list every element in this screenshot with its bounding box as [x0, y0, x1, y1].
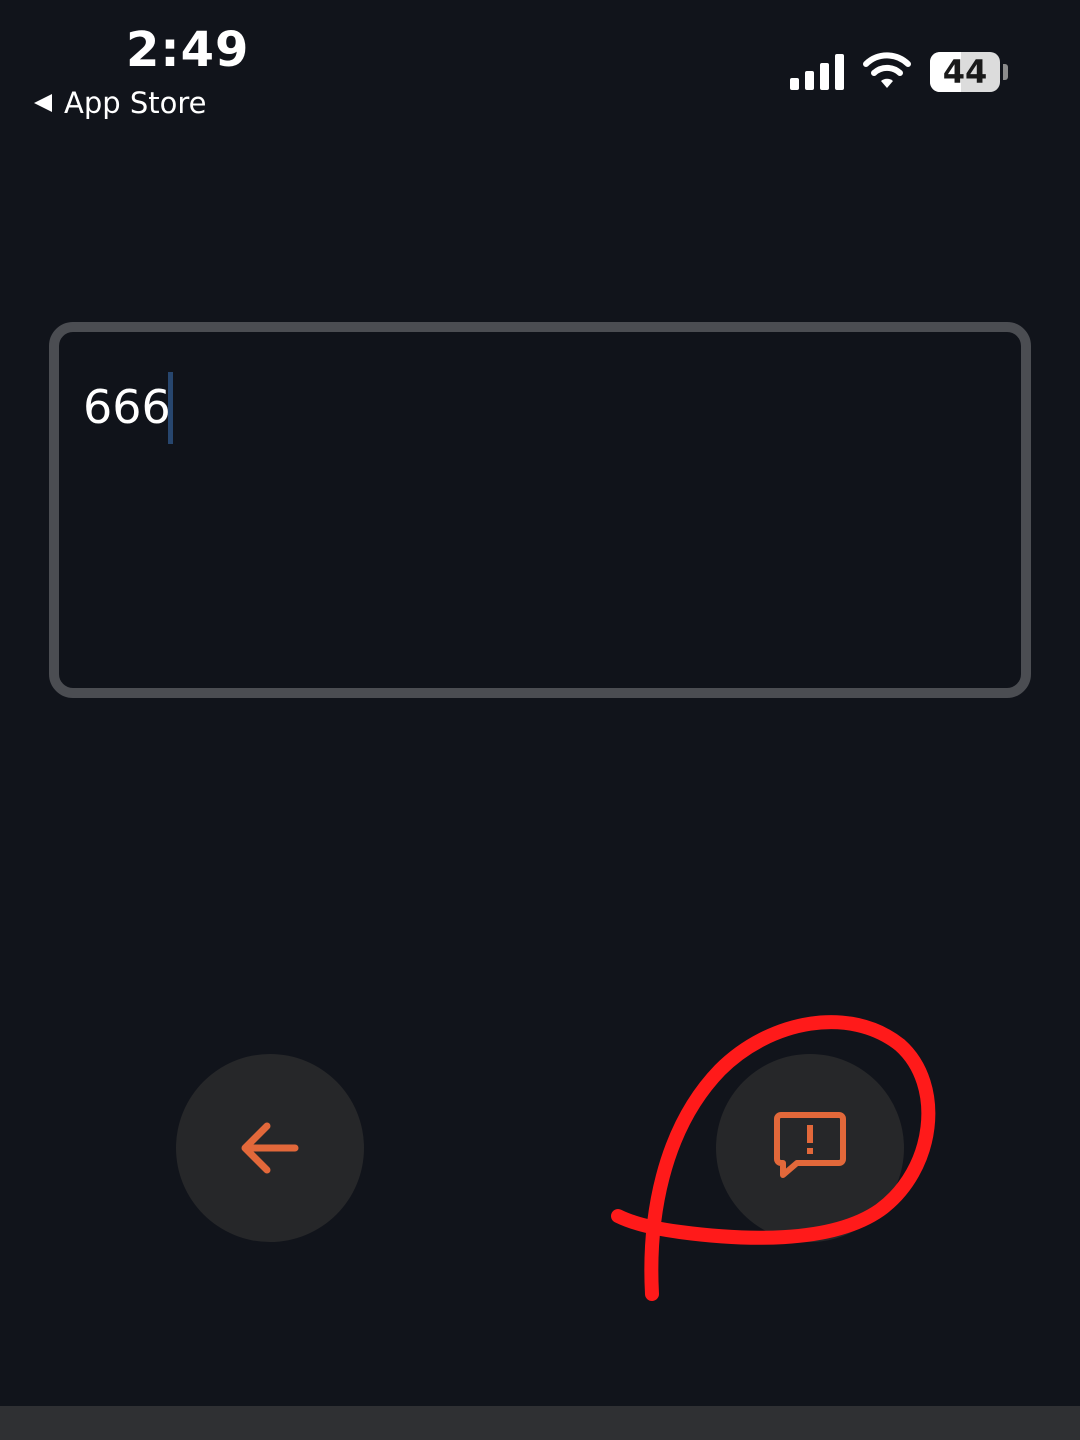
arrow-left-icon [241, 1122, 299, 1174]
battery-cap [1003, 64, 1008, 80]
report-button[interactable] [716, 1054, 904, 1242]
red-hand-drawn-annotation [611, 1015, 936, 1301]
wifi-icon [863, 52, 911, 88]
back-app-label: App Store [64, 86, 207, 120]
bottom-bar [0, 1406, 1080, 1440]
report-feedback-icon [774, 1112, 846, 1178]
back-to-app-store[interactable]: App Store [34, 86, 207, 120]
input-value: 666 [83, 380, 171, 434]
back-triangle-icon [34, 94, 52, 112]
cellular-signal-icon [790, 54, 844, 90]
battery-level-text: 44 [942, 53, 988, 91]
text-caret [168, 372, 173, 444]
battery-indicator: 44 [930, 52, 1000, 92]
text-input-area[interactable]: 666 [49, 322, 1031, 698]
back-button[interactable] [176, 1054, 364, 1242]
status-time: 2:49 [126, 22, 250, 78]
